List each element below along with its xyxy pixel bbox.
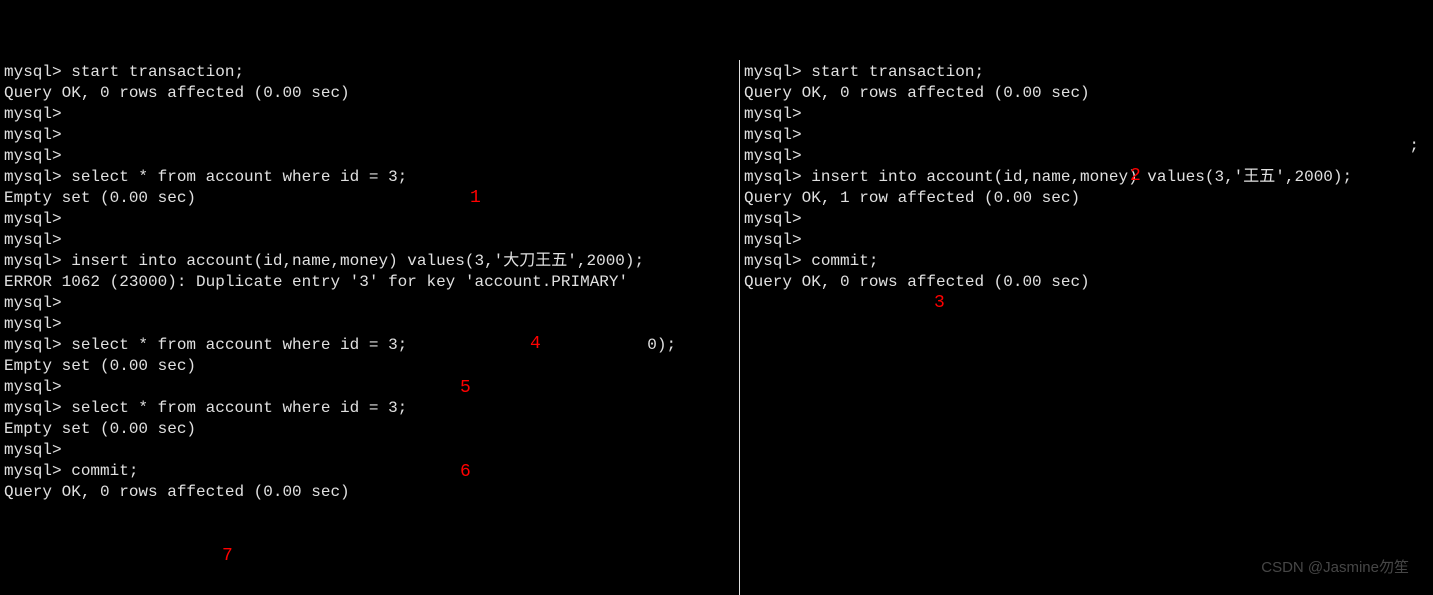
annotation-3: 3: [934, 293, 945, 313]
terminal-line: mysql>: [744, 209, 1429, 230]
terminal-line: mysql>: [4, 377, 735, 398]
right-terminal-pane[interactable]: ; mysql> start transaction; Query OK, 0 …: [740, 60, 1433, 595]
terminal-line: mysql> select * from account where id = …: [4, 398, 735, 419]
terminal-line: Empty set (0.00 sec): [4, 188, 735, 209]
terminal-line: mysql> start transaction;: [4, 62, 735, 83]
terminal-line: mysql> select * from account where id = …: [4, 167, 735, 188]
terminal-line: mysql> commit;: [4, 461, 735, 482]
terminal-line: Query OK, 0 rows affected (0.00 sec): [744, 83, 1429, 104]
terminal-line: mysql> select * from account where id = …: [4, 335, 735, 356]
terminal-line: Query OK, 0 rows affected (0.00 sec): [4, 83, 735, 104]
terminal-line: Empty set (0.00 sec): [4, 419, 735, 440]
terminal-line: mysql>: [4, 209, 735, 230]
annotation-1: 1: [470, 188, 481, 208]
terminal-line: Empty set (0.00 sec): [4, 356, 735, 377]
terminal-line: mysql>: [744, 230, 1429, 251]
terminal-line: ERROR 1062 (23000): Duplicate entry '3' …: [4, 272, 735, 293]
terminal-line: mysql>: [4, 125, 735, 146]
annotation-4: 4: [530, 334, 541, 354]
left-terminal-pane[interactable]: mysql> start transaction; Query OK, 0 ro…: [0, 60, 740, 595]
watermark: CSDN @Jasmine勿笙: [1261, 556, 1409, 577]
terminal-line: mysql>: [4, 314, 735, 335]
terminal-container: mysql> start transaction; Query OK, 0 ro…: [0, 0, 1433, 595]
annotation-6: 6: [460, 462, 471, 482]
terminal-line: mysql>: [4, 293, 735, 314]
annotation-2: 2: [1130, 166, 1141, 186]
terminal-line: mysql>: [4, 230, 735, 251]
terminal-line: mysql> commit;: [744, 251, 1429, 272]
terminal-line: Query OK, 0 rows affected (0.00 sec): [4, 482, 735, 503]
terminal-line: Query OK, 0 rows affected (0.00 sec): [744, 272, 1429, 293]
terminal-line: mysql>: [744, 146, 1429, 167]
annotation-7: 7: [222, 546, 233, 566]
terminal-line: mysql> insert into account(id,name,money…: [744, 167, 1429, 188]
terminal-line: mysql>: [744, 125, 1429, 146]
terminal-line: mysql>: [4, 104, 735, 125]
terminal-line: mysql>: [4, 440, 735, 461]
terminal-line: mysql>: [744, 104, 1429, 125]
terminal-line: mysql>: [4, 146, 735, 167]
terminal-line: Query OK, 1 row affected (0.00 sec): [744, 188, 1429, 209]
terminal-line: mysql> insert into account(id,name,money…: [4, 251, 735, 272]
terminal-line: mysql> start transaction;: [744, 62, 1429, 83]
annotation-5: 5: [460, 378, 471, 398]
